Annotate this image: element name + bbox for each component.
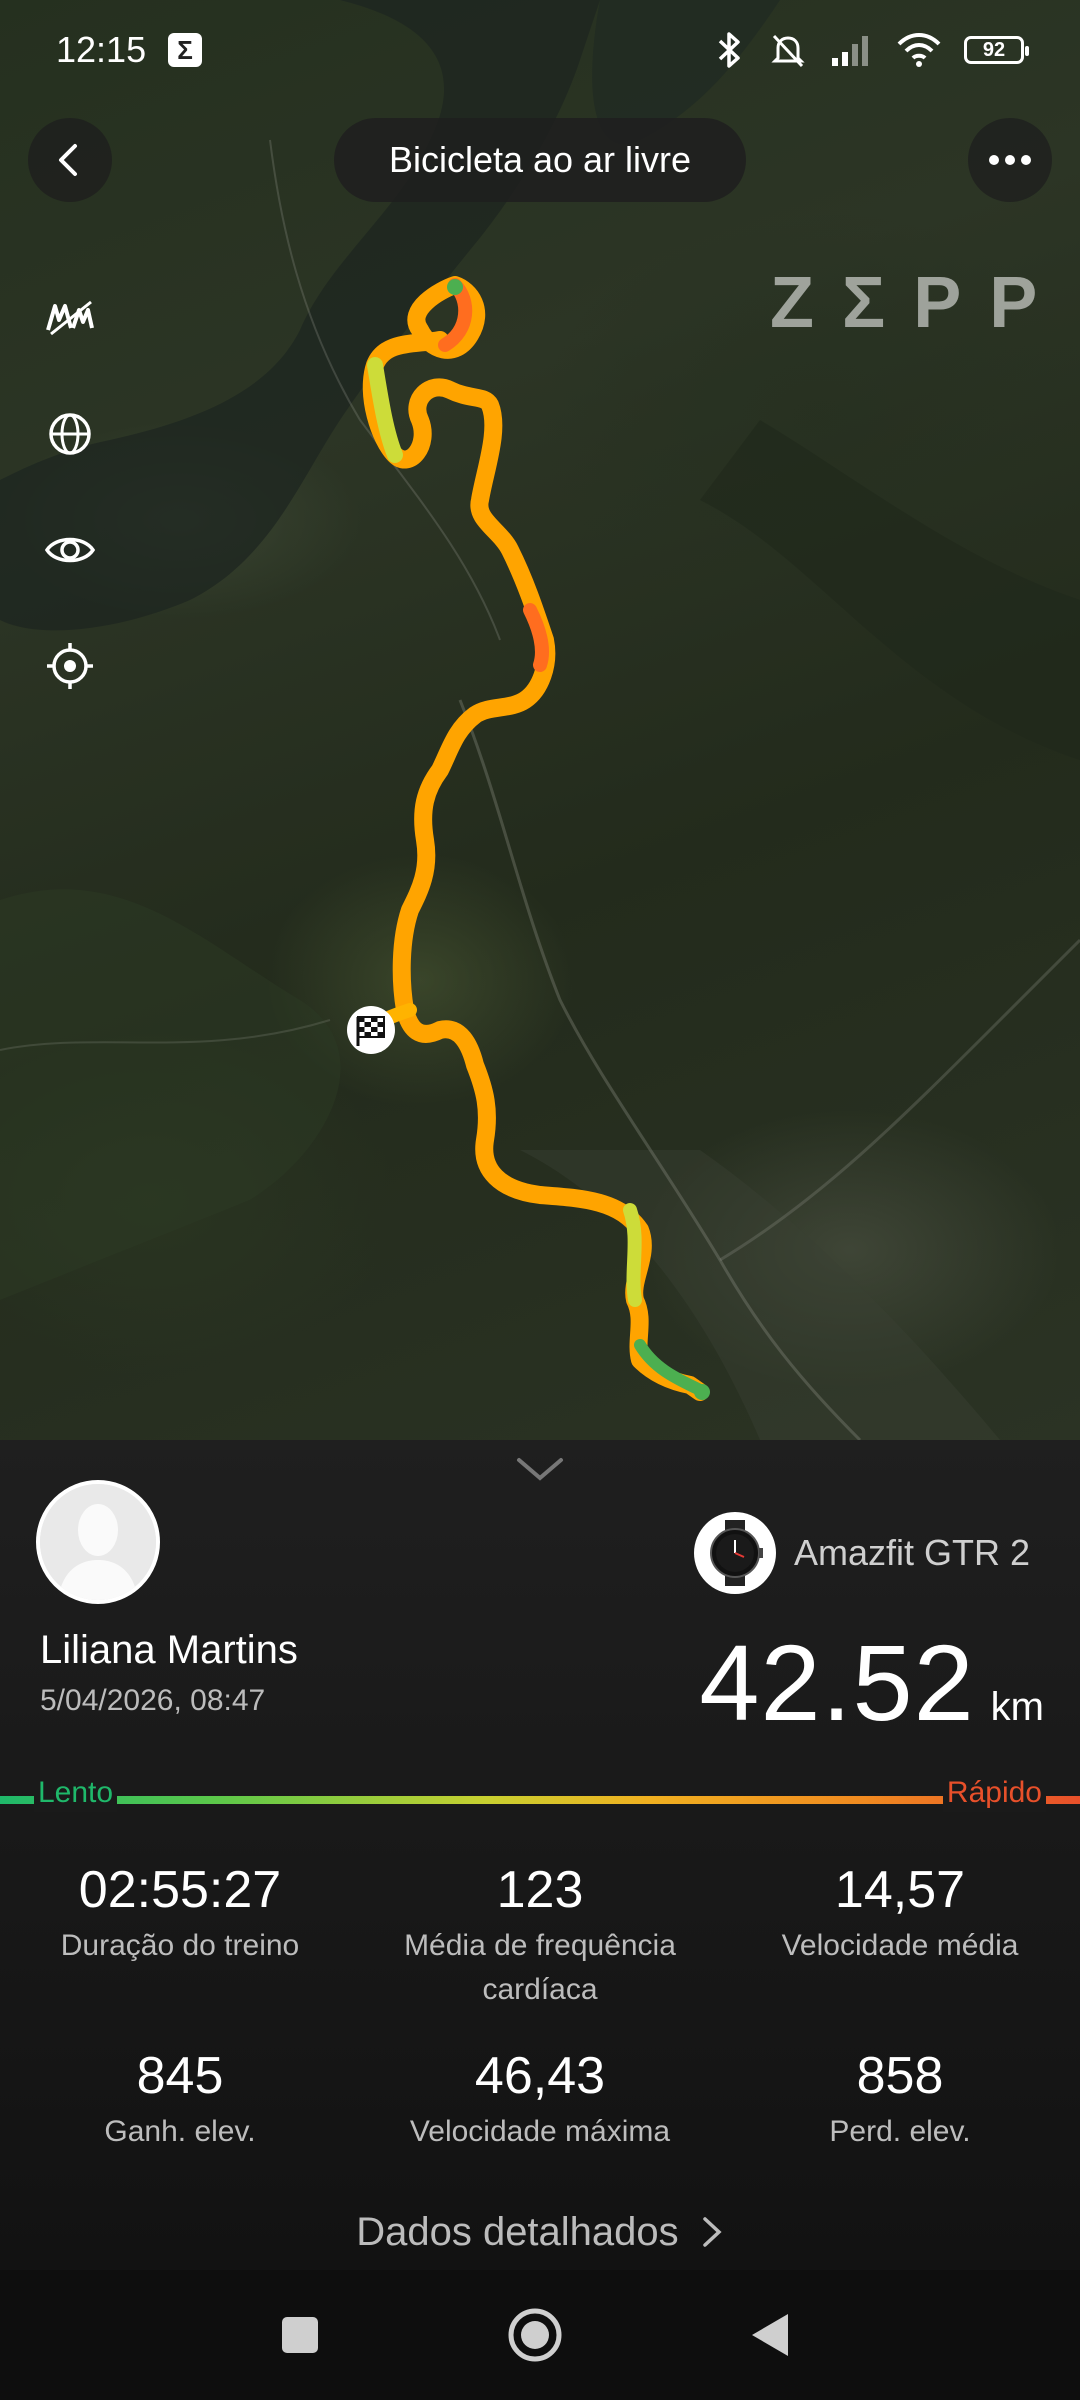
recents-button[interactable]	[270, 2305, 330, 2365]
zepp-logo: ZΣPP	[770, 263, 1066, 343]
finish-flag-icon[interactable]	[347, 1006, 395, 1054]
layers-km-icon	[46, 300, 94, 336]
watch-device-icon	[694, 1512, 776, 1594]
detailed-data-link[interactable]: Dados detalhados	[0, 2210, 1080, 2255]
globe-icon	[49, 413, 91, 455]
distance-display: 42.52 km	[699, 1620, 1044, 1745]
back-arrow-icon	[59, 144, 77, 176]
stat-avg-speed: 14,57 Velocidade média	[720, 1860, 1080, 2012]
speed-slow-label: Lento	[34, 1774, 118, 1812]
stat-elevation-gain: 845 Ganh. elev.	[0, 2046, 360, 2154]
collapse-chevron-icon[interactable]	[515, 1454, 565, 1484]
more-dots-icon	[989, 155, 1031, 165]
home-circle-icon	[508, 2308, 562, 2362]
battery-icon: 92	[964, 36, 1029, 64]
terrain-texture	[0, 0, 1080, 1440]
stat-duration: 02:55:27 Duração do treino	[0, 1860, 360, 2012]
back-button[interactable]	[28, 118, 112, 202]
wifi-icon	[897, 33, 941, 67]
stat-value: 123	[496, 1861, 584, 1919]
eye-icon	[44, 537, 96, 563]
distance-unit: km	[990, 1685, 1044, 1729]
stat-elevation-loss: 858 Perd. elev.	[720, 2046, 1080, 2154]
stat-value: 46,43	[474, 2047, 606, 2105]
stat-label: Velocidade média	[781, 1929, 1019, 1962]
visibility-toggle[interactable]	[40, 520, 100, 580]
workout-date: 5/04/2026, 08:47	[40, 1684, 266, 1717]
map-type-toggle[interactable]	[40, 404, 100, 464]
system-nav-bar	[0, 2270, 1080, 2400]
avatar[interactable]	[36, 1480, 160, 1604]
stat-label: Perd. elev.	[829, 2115, 971, 2148]
bluetooth-icon	[718, 32, 740, 68]
locate-button[interactable]	[40, 636, 100, 696]
stats-grid: 02:55:27 Duração do treino 123 Média de …	[0, 1860, 1080, 2154]
speed-color-scale	[0, 1796, 1080, 1804]
speed-fast-label: Rápido	[942, 1774, 1046, 1812]
stat-max-speed: 46,43 Velocidade máxima	[360, 2046, 720, 2154]
stat-value: 02:55:27	[78, 1861, 282, 1919]
status-bar: 12:15 Σ 92	[0, 0, 1080, 100]
stat-label: Velocidade máxima	[409, 2115, 671, 2148]
default-avatar-icon	[40, 1484, 156, 1600]
route-map[interactable]: 12:15 Σ 92 Bicicleta ao ar livre ZΣPP	[0, 0, 1080, 1440]
more-options-button[interactable]	[968, 118, 1052, 202]
mute-icon	[771, 34, 805, 68]
stat-label: Ganh. elev.	[104, 2115, 256, 2148]
status-time: 12:15	[56, 29, 147, 70]
stat-value: 14,57	[834, 1861, 966, 1919]
recents-square-icon	[282, 2317, 318, 2353]
back-triangle-icon	[752, 2314, 788, 2356]
chevron-right-icon	[703, 2217, 722, 2247]
device-name: Amazfit GTR 2	[794, 1532, 1031, 1573]
system-back-button[interactable]	[740, 2305, 800, 2365]
activity-title: Bicicleta ao ar livre	[334, 118, 746, 202]
notification-badge-icon: Σ	[168, 33, 203, 67]
stat-label: Duração do treino	[60, 1929, 300, 1962]
map-layer-toggle[interactable]	[40, 288, 100, 348]
stat-value: 858	[856, 2047, 944, 2105]
home-button[interactable]	[505, 2305, 565, 2365]
distance-value: 42.52	[699, 1622, 975, 1743]
detailed-data-label: Dados detalhados	[356, 2210, 679, 2254]
stat-value: 845	[136, 2047, 224, 2105]
signal-icon	[832, 36, 868, 66]
user-name: Liliana Martins	[40, 1628, 298, 1672]
stat-avg-heart-rate: 123 Média de frequência cardíaca	[360, 1860, 720, 2012]
stat-label: Média de frequência cardíaca	[404, 1929, 676, 2006]
locate-icon	[47, 643, 93, 689]
workout-summary-panel: Liliana Martins 5/04/2026, 08:47 Amazfit…	[0, 1440, 1080, 2270]
